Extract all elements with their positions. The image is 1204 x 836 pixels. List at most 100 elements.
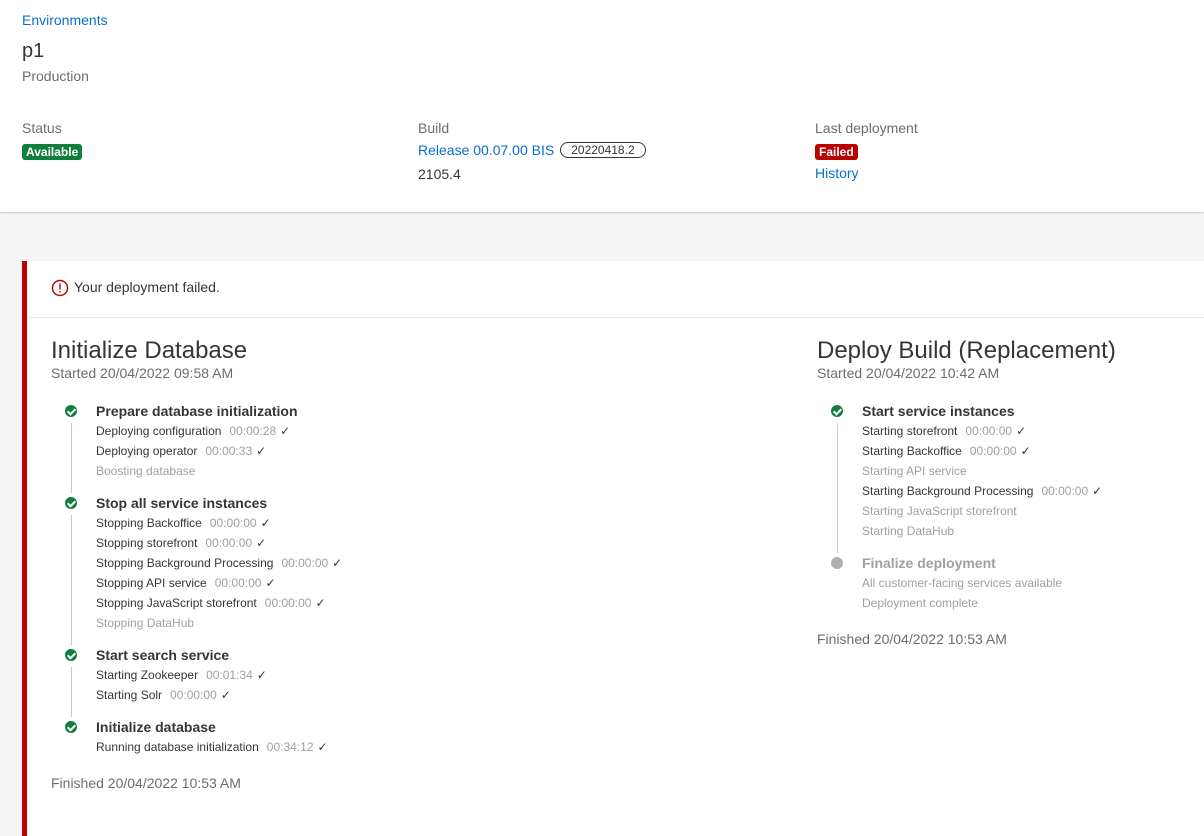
task-name: Stopping Backoffice xyxy=(96,516,202,530)
task-duration: 00:00:00 xyxy=(264,596,312,610)
build-label: Build xyxy=(418,120,450,136)
task-item: Stopping Background Processing 00:00:00 ✓ xyxy=(96,553,342,573)
task-item: Deployment complete xyxy=(862,593,1116,613)
page-title: p1 xyxy=(22,40,45,62)
task-name: Starting JavaScript storefront xyxy=(862,504,1017,518)
stage-deploy-build: Deploy Build (Replacement) Started 20/04… xyxy=(817,337,1116,647)
task-duration: 00:01:34 xyxy=(206,668,253,682)
success-check-icon xyxy=(65,497,77,509)
task-item: All customer-facing services available xyxy=(862,573,1116,593)
task-name: Deploying operator xyxy=(96,444,198,458)
task-name: All customer-facing services available xyxy=(862,576,1063,590)
task-duration: 00:00:00 xyxy=(1041,484,1089,498)
task-name: Deploying configuration xyxy=(96,424,222,438)
pipeline-step: Initialize database Running database init… xyxy=(51,719,342,757)
task-item: Stopping storefront 00:00:00 ✓ xyxy=(96,533,342,553)
environment-type: Production xyxy=(22,68,89,84)
checkmark-icon: ✓ xyxy=(260,516,271,530)
step-tasks: All customer-facing services available De… xyxy=(862,573,1116,613)
task-item: Stopping Backoffice 00:00:00 ✓ xyxy=(96,513,342,533)
pending-dot-icon xyxy=(831,557,843,569)
stage-title: Deploy Build (Replacement) xyxy=(817,337,1116,364)
step-title: Prepare database initialization xyxy=(96,403,298,419)
pipeline-step: Stop all service instances Stopping Backo… xyxy=(51,495,342,645)
error-circle-icon xyxy=(51,279,69,302)
step-connector xyxy=(836,423,838,553)
step-connector xyxy=(70,667,72,717)
alert-message: Your deployment failed. xyxy=(74,279,220,295)
status-label: Status xyxy=(22,120,62,136)
task-duration: 00:00:00 xyxy=(170,688,217,702)
task-item: Deploying operator 00:00:33 ✓ xyxy=(96,441,342,461)
stage-initialize-database: Initialize Database Started 20/04/2022 0… xyxy=(51,337,342,791)
task-item: Starting Background Processing 00:00:00 ✓ xyxy=(862,481,1116,501)
task-name: Running database initialization xyxy=(96,740,259,754)
build-link[interactable]: Release 00.07.00 BIS xyxy=(418,142,554,158)
task-name: Starting Zookeeper xyxy=(96,668,199,682)
task-item: Running database initialization 00:34:12 ✓ xyxy=(96,737,342,757)
stage-steps: Prepare database initialization Deploying… xyxy=(51,403,342,757)
checkmark-icon: ✓ xyxy=(220,688,231,702)
build-tag: 20220418.2 xyxy=(560,142,646,158)
stage-finished: Finished 20/04/2022 10:53 AM xyxy=(51,775,241,791)
step-connector xyxy=(70,423,72,493)
pipeline-step: Start service instances Starting storefro… xyxy=(817,403,1116,553)
task-name: Stopping DataHub xyxy=(96,616,195,630)
task-item: Starting Zookeeper 00:01:34 ✓ xyxy=(96,665,342,685)
success-check-icon xyxy=(65,721,77,733)
environment-header: Environments p1 Production Status Availa… xyxy=(0,0,1204,212)
task-item: Deploying configuration 00:00:28 ✓ xyxy=(96,421,342,441)
deployment-panel: Your deployment failed. Initialize Datab… xyxy=(22,261,1204,836)
stage-started: Started 20/04/2022 10:42 AM xyxy=(817,365,1000,381)
task-name: Boosting database xyxy=(96,464,196,478)
task-item: Stopping JavaScript storefront 00:00:00 ✓ xyxy=(96,593,342,613)
checkmark-icon: ✓ xyxy=(332,556,343,570)
checkmark-icon: ✓ xyxy=(256,444,267,458)
task-duration: 00:00:00 xyxy=(214,576,262,590)
stage-steps: Start service instances Starting storefro… xyxy=(817,403,1116,613)
pipeline-step: Start search service Starting Zookeeper 00… xyxy=(51,647,342,717)
task-duration: 00:00:00 xyxy=(969,444,1017,458)
step-tasks: Starting storefront 00:00:00 ✓ Starting Bac… xyxy=(862,421,1116,541)
task-item: Boosting database xyxy=(96,461,342,481)
task-name: Starting Backoffice xyxy=(862,444,962,458)
checkmark-icon: ✓ xyxy=(317,740,328,754)
checkmark-icon: ✓ xyxy=(265,576,276,590)
stage-started: Started 20/04/2022 09:58 AM xyxy=(51,365,234,381)
task-item: Starting API service xyxy=(862,461,1116,481)
task-item: Starting Solr 00:00:00 ✓ xyxy=(96,685,342,705)
last-deployment-column: Last deployment Failed History xyxy=(815,120,918,181)
checkmark-icon: ✓ xyxy=(256,668,267,682)
task-item: Stopping DataHub xyxy=(96,613,342,633)
history-link[interactable]: History xyxy=(815,165,918,181)
pipeline-step: Finalize deployment All customer-facing s… xyxy=(817,555,1116,613)
task-name: Stopping API service xyxy=(96,576,207,590)
task-duration: 00:00:33 xyxy=(205,444,253,458)
step-connector xyxy=(70,515,72,645)
task-name: Stopping JavaScript storefront xyxy=(96,596,257,610)
status-badge: Available xyxy=(22,144,83,160)
task-name: Starting Background Processing xyxy=(862,484,1034,498)
task-duration: 00:00:00 xyxy=(205,536,253,550)
pipeline-step: Prepare database initialization Deploying… xyxy=(51,403,342,493)
step-title: Stop all service instances xyxy=(96,495,268,511)
step-title: Finalize deployment xyxy=(862,555,996,571)
task-duration: 00:34:12 xyxy=(266,740,314,754)
task-name: Stopping Background Processing xyxy=(96,556,274,570)
step-title: Start search service xyxy=(96,647,230,663)
task-name: Deployment complete xyxy=(862,596,979,610)
task-duration: 00:00:00 xyxy=(281,556,329,570)
checkmark-icon: ✓ xyxy=(256,536,267,550)
step-tasks: Starting Zookeeper 00:01:34 ✓ Starting Solr… xyxy=(96,665,342,705)
task-duration: 00:00:28 xyxy=(229,424,277,438)
step-tasks: Running database initialization 00:34:12 ✓ xyxy=(96,737,342,757)
step-title: Initialize database xyxy=(96,719,216,735)
breadcrumb-environments[interactable]: Environments xyxy=(22,12,108,28)
success-check-icon xyxy=(65,405,77,417)
task-name: Starting API service xyxy=(862,464,967,478)
build-column: Build Release 00.07.00 BIS 20220418.2 210… xyxy=(418,120,646,182)
task-name: Starting Solr xyxy=(96,688,163,702)
stage-title: Initialize Database xyxy=(51,337,248,364)
success-check-icon xyxy=(65,649,77,661)
last-deployment-badge: Failed xyxy=(815,144,858,160)
